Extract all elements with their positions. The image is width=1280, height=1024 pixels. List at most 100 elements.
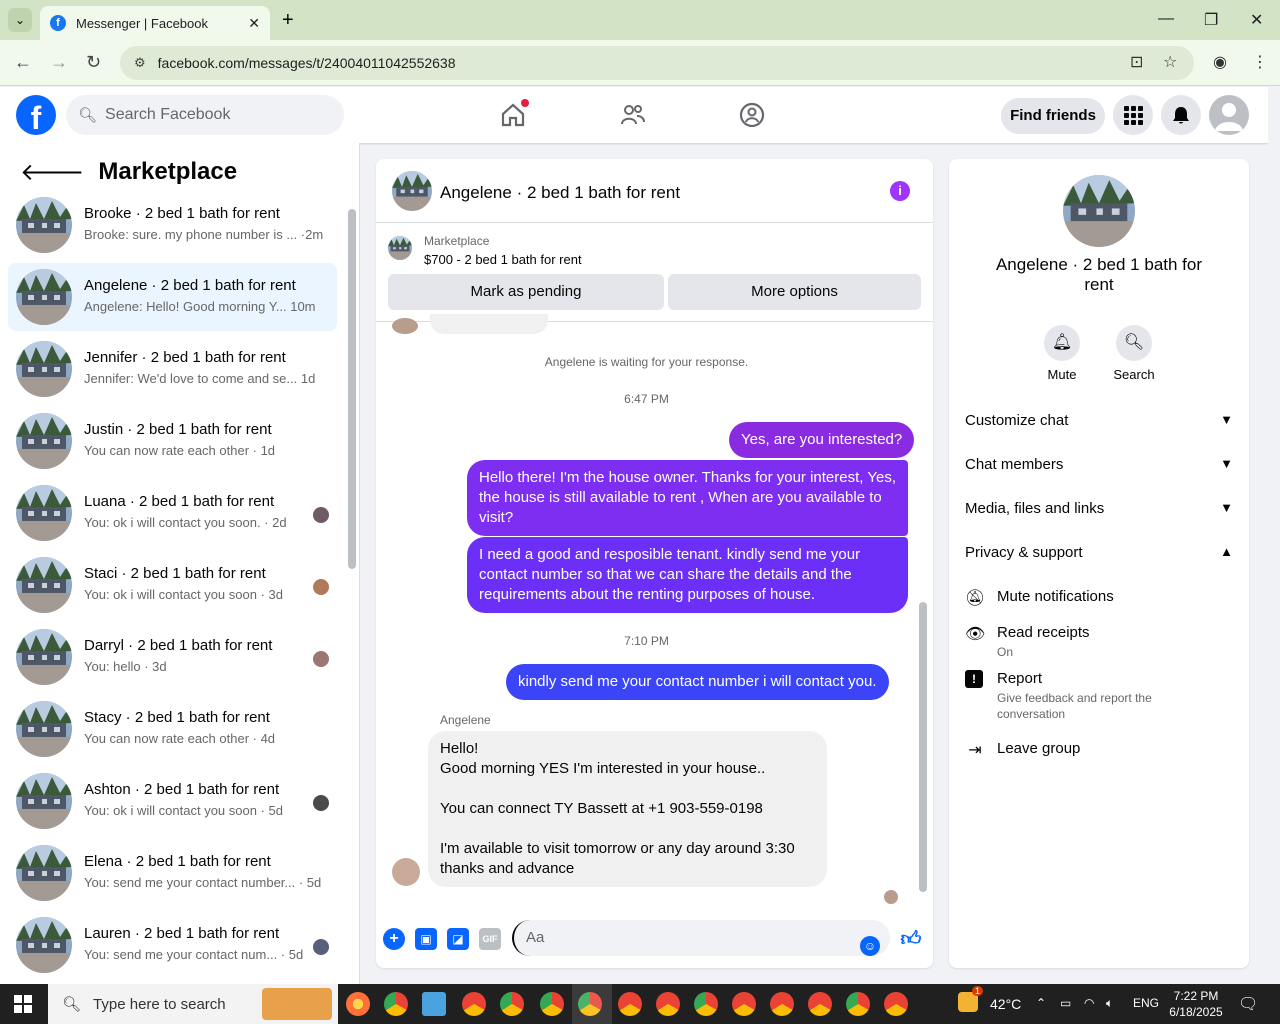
chrome-profile-icon[interactable] xyxy=(462,992,486,1016)
mute-button[interactable]: 🔔︎ Mute xyxy=(1032,325,1092,382)
conversation-item[interactable]: Luana · 2 bed 1 bath for rent You: ok i w… xyxy=(8,479,337,547)
details-avatar[interactable] xyxy=(1063,175,1135,247)
media-files-section[interactable]: Media, files and links ▼ xyxy=(965,500,1233,517)
reload-icon[interactable]: ↻ xyxy=(86,52,101,73)
minimize-icon[interactable]: — xyxy=(1158,10,1174,28)
search-button[interactable]: 🔍︎ Search xyxy=(1104,325,1164,382)
url-bar[interactable]: ⚙ facebook.com/messages/t/24004011042552… xyxy=(120,46,1194,80)
conversation-item[interactable]: Darryl · 2 bed 1 bath for rent You: hello… xyxy=(8,623,337,691)
bookmark-star-icon[interactable]: ☆ xyxy=(1163,52,1177,72)
seen-avatar xyxy=(313,939,329,955)
chrome-profile-icon[interactable] xyxy=(540,992,564,1016)
facebook-logo-icon[interactable]: f xyxy=(16,95,56,136)
conversation-thumbnail xyxy=(16,341,72,397)
new-tab-icon[interactable]: + xyxy=(282,8,294,32)
sender-avatar[interactable] xyxy=(392,858,420,886)
outgoing-message[interactable]: kindly send me your contact number i wil… xyxy=(506,664,889,700)
temperature[interactable]: 42°C xyxy=(990,996,1021,1012)
chat-scrollbar[interactable] xyxy=(919,322,927,902)
window-close-icon[interactable]: ✕ xyxy=(1250,10,1263,30)
restore-icon[interactable]: ❐ xyxy=(1204,10,1218,30)
install-app-icon[interactable]: ⊡ xyxy=(1130,52,1143,72)
chevron-down-icon: ▼ xyxy=(1220,500,1233,515)
privacy-support-section[interactable]: Privacy & support ▲ xyxy=(965,544,1233,561)
sticker-icon[interactable]: ◪ xyxy=(447,928,469,950)
outgoing-message[interactable]: Hello there! I'm the house owner. Thanks… xyxy=(467,460,908,536)
chrome-profile-icon[interactable] xyxy=(694,992,718,1016)
conversation-item[interactable]: Jennifer · 2 bed 1 bath for rent Jennifer… xyxy=(8,335,337,403)
tab-close-icon[interactable]: ✕ xyxy=(248,15,260,32)
sidebar-scrollbar[interactable] xyxy=(348,195,356,971)
wifi-icon[interactable]: ◠ xyxy=(1084,996,1094,1010)
thumbs-up-icon[interactable]: 👍︎ xyxy=(900,928,922,950)
menu-grid-icon[interactable] xyxy=(1113,95,1153,135)
chrome-profile-icon[interactable] xyxy=(500,992,524,1016)
groups-icon[interactable] xyxy=(738,101,766,129)
conversation-item[interactable]: Elena · 2 bed 1 bath for rent You: send m… xyxy=(8,839,337,907)
conversation-item[interactable]: Brooke · 2 bed 1 bath for rent Brooke: su… xyxy=(8,191,337,259)
add-actions-icon[interactable]: + xyxy=(383,928,405,950)
outgoing-message[interactable]: I need a good and resposible tenant. kin… xyxy=(467,537,908,613)
clock[interactable]: 7:22 PM 6/18/2025 xyxy=(1166,988,1226,1020)
tab-search-dropdown[interactable]: ⌄ xyxy=(8,8,32,32)
find-friends-button[interactable]: Find friends xyxy=(1001,98,1105,134)
browser-tab[interactable]: f Messenger | Facebook ✕ xyxy=(40,6,270,40)
emoji-icon[interactable]: ☺ xyxy=(860,936,880,956)
profile-icon[interactable]: ◉ xyxy=(1213,52,1227,72)
gif-icon[interactable]: GIF xyxy=(479,928,501,950)
outgoing-message[interactable]: Yes, are you interested? xyxy=(729,422,915,458)
attach-photo-icon[interactable]: ▣ xyxy=(415,928,437,950)
eye-icon: 👁︎ xyxy=(965,626,986,643)
back-arrow-icon[interactable]: 🡐 xyxy=(20,157,84,187)
message-input[interactable]: Aa xyxy=(512,920,890,956)
more-options-button[interactable]: More options xyxy=(668,274,921,310)
listing-thumbnail[interactable] xyxy=(388,236,412,260)
photos-icon[interactable] xyxy=(422,992,446,1016)
back-icon[interactable]: ← xyxy=(14,52,32,73)
listing-price[interactable]: $700 - 2 bed 1 bath for rent xyxy=(424,252,582,267)
chat-avatar[interactable] xyxy=(392,171,432,211)
friends-icon[interactable] xyxy=(619,101,647,129)
chrome-profile-icon[interactable] xyxy=(884,992,908,1016)
language-indicator[interactable]: ENG xyxy=(1133,996,1159,1010)
chrome-profile-icon[interactable] xyxy=(770,992,794,1016)
taskbar-search[interactable]: 🔍︎ Type here to search xyxy=(48,984,338,1024)
windows-start-icon[interactable] xyxy=(14,995,32,1013)
chat-title[interactable]: Angelene · 2 bed 1 bath for rent xyxy=(440,183,680,203)
timestamp: 7:10 PM xyxy=(624,634,669,648)
message-thread: Angelene is waiting for your response. 6… xyxy=(376,314,933,907)
chrome-profile-icon[interactable] xyxy=(656,992,680,1016)
volume-icon[interactable]: 🔈︎ xyxy=(1106,996,1113,1011)
windows-taskbar: 🔍︎ Type here to search 1 42°C ⌃ ▭ ◠ 🔈︎ E… xyxy=(0,984,1280,1024)
conversation-item[interactable]: Justin · 2 bed 1 bath for rent You can no… xyxy=(8,407,337,475)
tray-expand-icon[interactable]: ⌃ xyxy=(1036,996,1046,1010)
facebook-search-input[interactable]: 🔍︎ Search Facebook xyxy=(66,95,344,135)
conversation-item[interactable]: Stacy · 2 bed 1 bath for rent You can now… xyxy=(8,695,337,763)
chrome-profile-icon[interactable] xyxy=(618,992,642,1016)
mark-as-pending-button[interactable]: Mark as pending xyxy=(388,274,664,310)
sender-avatar xyxy=(392,318,418,334)
chrome-icon[interactable] xyxy=(384,992,408,1016)
chrome-profile-icon[interactable] xyxy=(808,992,832,1016)
facebook-favicon-icon: f xyxy=(50,15,66,31)
forward-icon[interactable]: → xyxy=(50,52,68,73)
browser-menu-icon[interactable]: ⋮ xyxy=(1252,52,1268,72)
page-scrollbar[interactable] xyxy=(1268,87,1280,984)
site-info-icon[interactable]: ⚙ xyxy=(134,55,146,71)
conversation-item[interactable]: Ashton · 2 bed 1 bath for rent You: ok i … xyxy=(8,767,337,835)
info-icon[interactable]: i xyxy=(890,181,910,201)
meet-icon[interactable]: ▭ xyxy=(1060,996,1071,1010)
customize-chat-section[interactable]: Customize chat ▼ xyxy=(965,412,1233,429)
notifications-bell-icon[interactable] xyxy=(1161,95,1201,135)
conversation-item[interactable]: Angelene · 2 bed 1 bath for rent Angelene… xyxy=(8,263,337,331)
conversation-item[interactable]: Staci · 2 bed 1 bath for rent You: ok i w… xyxy=(8,551,337,619)
conversation-thumbnail xyxy=(16,629,72,685)
chrome-profile-icon[interactable] xyxy=(846,992,870,1016)
notification-center-icon[interactable]: 🗨︎ xyxy=(1238,994,1258,1014)
incoming-message[interactable]: Hello! Good morning YES I'm interested i… xyxy=(428,731,827,887)
chrome-profile-icon[interactable] xyxy=(732,992,756,1016)
firefox-icon[interactable] xyxy=(346,992,370,1016)
chat-members-section[interactable]: Chat members ▼ xyxy=(965,456,1233,473)
conversation-item[interactable]: Lauren · 2 bed 1 bath for rent You: send … xyxy=(8,911,337,979)
account-avatar[interactable] xyxy=(1209,95,1249,135)
